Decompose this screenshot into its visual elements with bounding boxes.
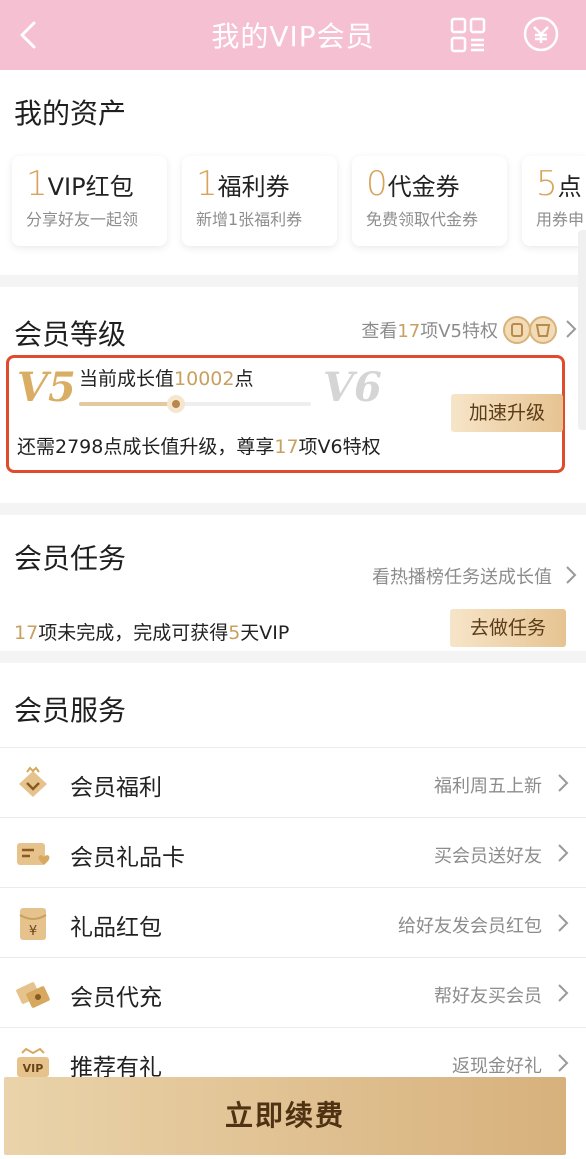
chevron-right-icon (558, 914, 569, 932)
service-desc: 买会员送好友 (434, 846, 542, 867)
service-label: 会员礼品卡 (70, 845, 185, 871)
asset-desc: 用券申 (536, 210, 585, 229)
asset-card-vip-redpacket[interactable]: 1VIP红包 分享好友一起领 (12, 156, 167, 246)
service-desc: 福利周五上新 (434, 776, 542, 797)
asset-card-points[interactable]: 5点 用券申 (522, 156, 586, 246)
task-link[interactable]: 看热播榜任务送成长值 (372, 563, 552, 589)
header: 我的VIP会员 (0, 0, 586, 70)
service-title: 会员服务 (14, 694, 127, 727)
grid-menu-icon[interactable] (450, 17, 486, 53)
chevron-right-icon (558, 844, 569, 862)
view-privileges-link[interactable]: 查看17项V5特权 (361, 317, 498, 343)
asset-label: 代金券 (387, 173, 460, 201)
service-desc: 给好友发会员红包 (398, 916, 542, 937)
privilege-badges-icon (503, 316, 557, 344)
level-section: 会员等级 查看17项V5特权 V5 当前成长值10002点 V6 加速升级 还需… (0, 287, 586, 503)
service-item-red-envelope[interactable]: ¥ 礼品红包 给好友发会员红包 (0, 887, 586, 957)
next-level: V6 (323, 364, 382, 411)
task-count: 17 (14, 622, 39, 644)
need-suffix: 项V6特权 (298, 436, 381, 458)
growth-value-text: 当前成长值10002点 (79, 364, 253, 391)
task-section: 会员任务 看热播榜任务送成长值 17项未完成，完成可获得5天VIP 去做任务 (0, 515, 586, 651)
asset-card-welfare-coupon[interactable]: 1福利券 新增1张福利券 (182, 156, 337, 246)
task-days: 5 (228, 622, 241, 644)
link-prefix: 查看 (361, 321, 398, 342)
asset-card-voucher[interactable]: 0代金券 免费领取代金券 (352, 156, 507, 246)
task-suffix: 天VIP (240, 622, 290, 644)
service-label: 会员福利 (70, 775, 162, 801)
task-mid: 项未完成，完成可获得 (38, 622, 229, 644)
service-desc: 返现金好礼 (452, 1056, 542, 1077)
side-drawer-handle[interactable] (578, 230, 586, 430)
asset-desc: 新增1张福利券 (196, 210, 303, 229)
service-label: 礼品红包 (70, 915, 162, 941)
growth-progress-knob (167, 395, 186, 413)
assets-section: 我的资产 1VIP红包 分享好友一起领 1福利券 新增1张福利券 0代金券 免费… (0, 70, 586, 275)
task-title: 会员任务 (14, 542, 127, 575)
current-level: V5 (17, 364, 76, 411)
level-progress-card: V5 当前成长值10002点 V6 加速升级 还需2798点成长值升级，尊享17… (6, 355, 565, 473)
back-arrow-icon[interactable] (14, 20, 44, 50)
svg-text:¥: ¥ (29, 924, 37, 939)
asset-desc: 免费领取代金券 (366, 210, 479, 229)
renew-button[interactable]: 立即续费 (4, 1077, 566, 1155)
task-status-text: 17项未完成，完成可获得5天VIP (14, 618, 289, 645)
chevron-right-icon[interactable] (564, 319, 578, 339)
svg-text:VIP: VIP (23, 1062, 44, 1075)
assets-title: 我的资产 (14, 97, 127, 130)
chevron-right-icon (558, 1054, 569, 1072)
service-item-gift-card[interactable]: 会员礼品卡 买会员送好友 (0, 817, 586, 887)
speed-upgrade-button[interactable]: 加速升级 (451, 394, 563, 432)
link-count: 17 (397, 321, 421, 342)
crown-icon (19, 766, 47, 797)
service-item-welfare[interactable]: 会员福利 福利周五上新 (0, 747, 586, 817)
asset-count: 0 (366, 164, 388, 204)
growth-value: 10002 (174, 368, 235, 390)
gift-card-icon (17, 843, 50, 865)
link-suffix: 项V5特权 (420, 321, 498, 342)
ticket-icon (16, 982, 50, 1008)
page-title: 我的VIP会员 (211, 20, 375, 53)
asset-desc: 分享好友一起领 (26, 210, 139, 229)
level-title: 会员等级 (14, 318, 127, 351)
red-envelope-icon: ¥ (19, 908, 47, 940)
do-task-button[interactable]: 去做任务 (450, 609, 566, 647)
growth-progress-bar (79, 395, 311, 413)
asset-count: 5 (536, 164, 558, 204)
asset-count: 1 (26, 164, 48, 204)
growth-label: 当前成长值 (79, 368, 175, 390)
chevron-right-icon (558, 774, 569, 792)
asset-label: 点 (557, 173, 582, 201)
service-desc: 帮好友买会员 (434, 986, 542, 1007)
service-item-recharge[interactable]: 会员代充 帮好友买会员 (0, 957, 586, 1027)
upgrade-requirement-text: 还需2798点成长值升级，尊享17项V6特权 (17, 432, 381, 459)
chevron-right-icon (558, 984, 569, 1002)
growth-unit: 点 (234, 368, 254, 390)
asset-count: 1 (196, 164, 218, 204)
asset-label: 福利券 (217, 173, 290, 201)
service-label: 会员代充 (70, 985, 162, 1011)
chevron-right-icon[interactable] (564, 565, 578, 585)
coin-icon[interactable] (522, 15, 560, 53)
need-prefix: 还需2798点成长值升级，尊享 (17, 436, 275, 458)
asset-label: VIP红包 (47, 173, 134, 201)
need-count: 17 (274, 436, 299, 458)
growth-progress-fill (79, 402, 177, 406)
